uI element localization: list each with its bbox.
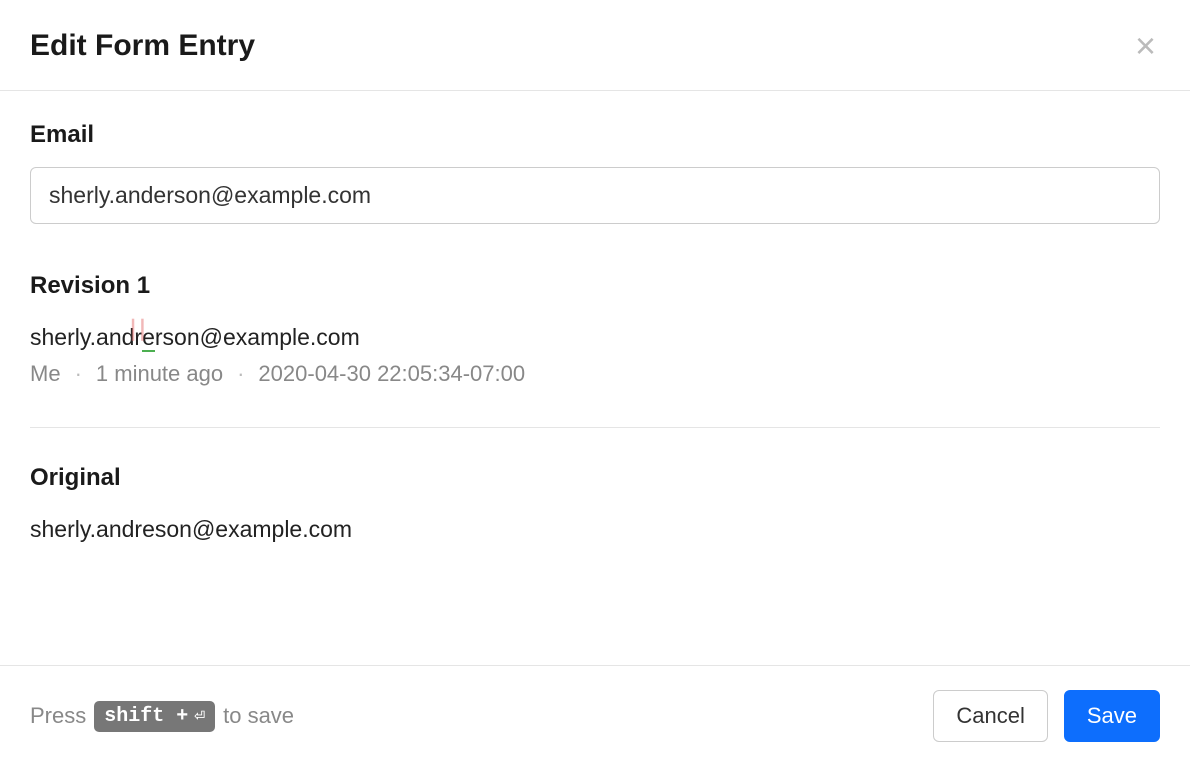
revision-timestamp: 2020-04-30 22:05:34-07:00 [258, 361, 525, 387]
save-hint: Press shift + ⏎ to save [30, 701, 294, 732]
modal-body: Email Revision 1 sherly.and⎮⎮rerson@exam… [0, 91, 1190, 665]
revision-author: Me [30, 361, 61, 387]
kbd-text: shift + [104, 705, 188, 728]
edit-form-entry-modal: Edit Form Entry × Email Revision 1 sherl… [0, 0, 1190, 766]
original-section: Original sherly.andreson@example.com [30, 464, 1160, 543]
original-title: Original [30, 464, 1160, 492]
revision-value-prefix: sherly.and [30, 324, 134, 350]
revision-title: Revision 1 [30, 272, 1160, 300]
original-value: sherly.andreson@example.com [30, 516, 1160, 543]
email-field[interactable] [30, 167, 1160, 224]
hint-prefix: Press [30, 703, 86, 729]
revision-meta: Me · 1 minute ago · 2020-04-30 22:05:34-… [30, 361, 1160, 387]
meta-separator: · [75, 361, 82, 387]
hint-suffix: to save [223, 703, 294, 729]
diff-delete-icon: ⎮⎮ [128, 320, 147, 341]
modal-title: Edit Form Entry [30, 29, 255, 63]
modal-footer: Press shift + ⏎ to save Cancel Save [0, 665, 1190, 766]
modal-header: Edit Form Entry × [0, 0, 1190, 91]
revision-relative-time: 1 minute ago [96, 361, 223, 387]
email-label: Email [30, 121, 1160, 149]
footer-buttons: Cancel Save [933, 690, 1160, 742]
enter-icon: ⏎ [194, 705, 205, 727]
close-icon[interactable]: × [1131, 28, 1160, 64]
keyboard-shortcut: shift + ⏎ [94, 701, 215, 732]
revision-value-suffix: rson@example.com [155, 324, 360, 350]
revision-value: sherly.and⎮⎮rerson@example.com [30, 324, 1160, 351]
divider [30, 427, 1160, 428]
meta-separator: · [237, 361, 244, 387]
save-button[interactable]: Save [1064, 690, 1160, 742]
revision-section: Revision 1 sherly.and⎮⎮rerson@example.co… [30, 272, 1160, 387]
cancel-button[interactable]: Cancel [933, 690, 1047, 742]
diff-marker: ⎮⎮r [134, 324, 142, 351]
